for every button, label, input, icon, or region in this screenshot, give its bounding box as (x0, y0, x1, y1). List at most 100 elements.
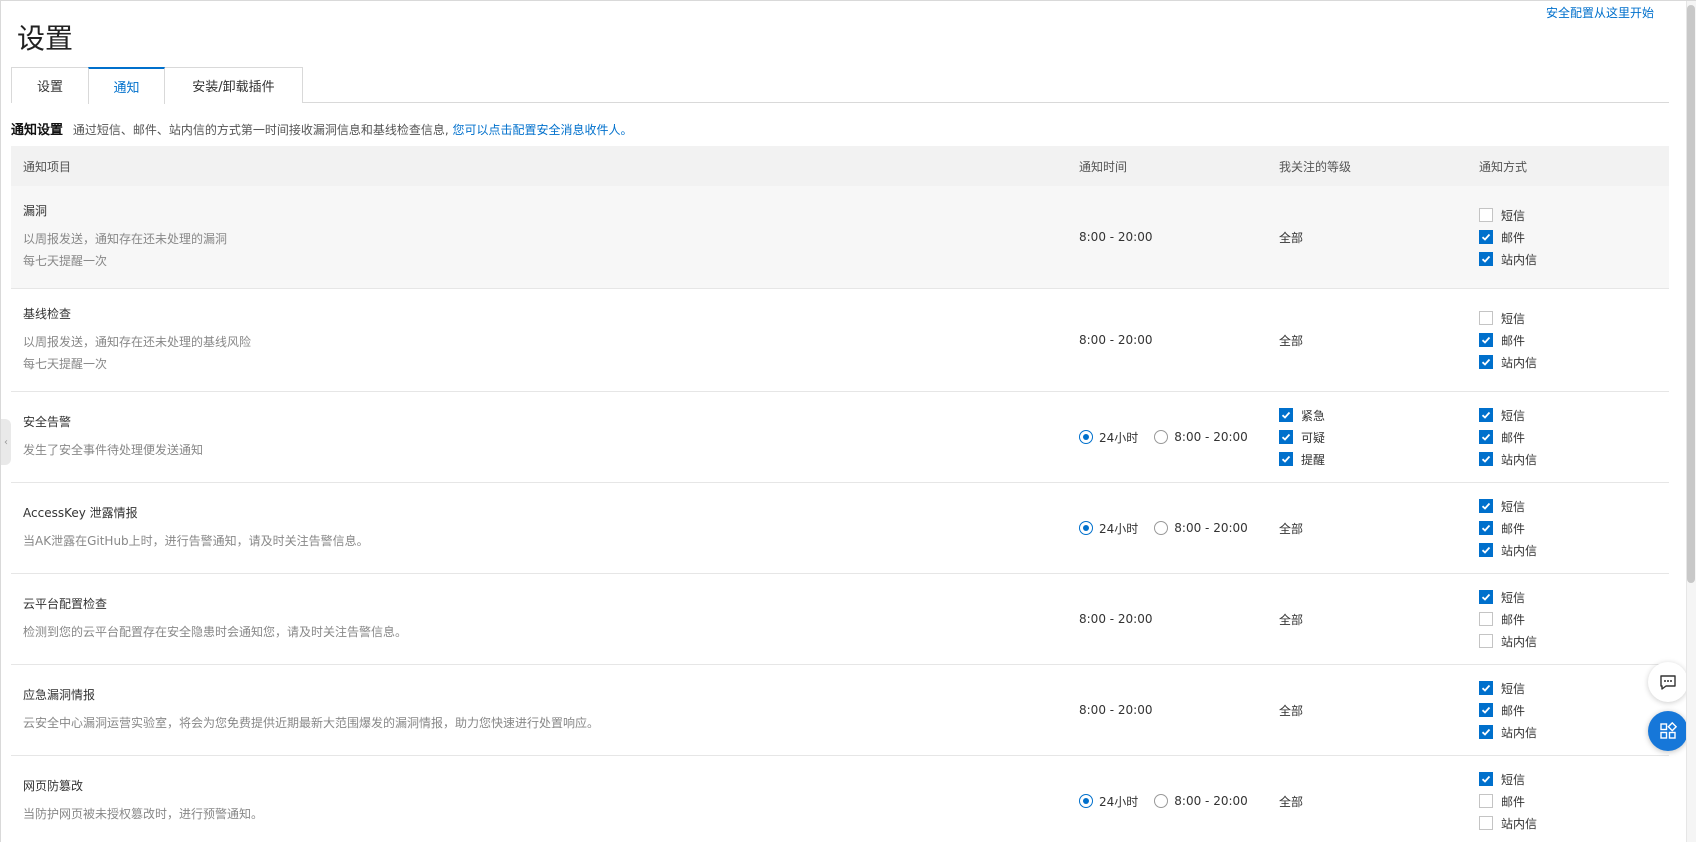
checkbox-check-icon (1279, 408, 1293, 422)
chat-button[interactable] (1648, 662, 1688, 702)
time-text: 8:00 - 20:00 (1079, 703, 1153, 717)
checkbox-check-icon (1479, 590, 1493, 604)
level-text: 全部 (1279, 333, 1304, 348)
method-checkbox[interactable]: 邮件 (1479, 329, 1669, 351)
method-checkbox[interactable]: 邮件 (1479, 699, 1669, 721)
tab-plugins[interactable]: 安装/卸载插件 (164, 67, 303, 103)
row-time-cell: 8:00 - 20:00 (1079, 612, 1279, 626)
time-radio-group: 24小时 8:00 - 20:00 (1079, 520, 1279, 537)
method-checkbox[interactable]: 邮件 (1479, 226, 1669, 248)
checkbox-check-icon (1279, 452, 1293, 466)
level-text: 全部 (1279, 230, 1304, 245)
method-checkbox[interactable]: 短信 (1479, 307, 1669, 329)
row-method-cell: 短信 邮件站内信 (1479, 677, 1669, 743)
time-radio-daytime[interactable]: 8:00 - 20:00 (1154, 521, 1248, 535)
time-radio-24h[interactable]: 24小时 (1079, 793, 1138, 810)
configure-recipients-link[interactable]: 您可以点击配置安全消息收件人。 (453, 123, 633, 137)
row-level-cell: 全部 (1279, 611, 1479, 628)
method-checkbox[interactable]: 邮件 (1479, 426, 1669, 448)
checkbox-check-icon (1479, 499, 1493, 513)
method-checkbox[interactable]: 站内信 (1479, 248, 1669, 270)
radio-label: 24小时 (1099, 430, 1139, 445)
method-checkbox-list: 短信 邮件站内信 (1479, 768, 1669, 834)
section-title: 通知设置 (11, 123, 64, 138)
method-checkbox[interactable]: 邮件 (1479, 608, 1669, 630)
checkbox-check-icon (1479, 355, 1493, 369)
time-text: 8:00 - 20:00 (1079, 333, 1153, 347)
row-level-cell: 全部 (1279, 793, 1479, 810)
apps-button[interactable] (1648, 711, 1688, 751)
checkbox-check-icon (1479, 681, 1493, 695)
method-checkbox-list: 短信邮件站内信 (1479, 404, 1669, 470)
method-checkbox[interactable]: 站内信 (1479, 630, 1669, 652)
time-radio-daytime[interactable]: 8:00 - 20:00 (1154, 430, 1248, 444)
tab-notifications[interactable]: 通知 (88, 67, 165, 104)
checkbox-check-icon (1479, 452, 1493, 466)
time-radio-24h[interactable]: 24小时 (1079, 429, 1138, 446)
row-description: 以周报发送，通知存在还未处理的漏洞 (23, 232, 228, 246)
method-checkbox[interactable]: 短信 (1479, 495, 1669, 517)
level-text: 全部 (1279, 612, 1304, 627)
checkbox-check-icon (1479, 543, 1493, 557)
chevron-left-icon: ‹ (4, 436, 8, 448)
method-checkbox[interactable]: 短信 (1479, 204, 1669, 226)
method-checkbox[interactable]: 站内信 (1479, 448, 1669, 470)
table-row: 基线检查 以周报发送，通知存在还未处理的基线风险 每七天提醒一次 8:00 - 20:… (11, 289, 1669, 392)
checkbox-label: 站内信 (1501, 816, 1538, 831)
settings-page: 安全配置从这里开始 设置 设置 通知 安装/卸载插件 通知设置 通过短信、邮件、… (0, 0, 1696, 842)
checkbox-check-icon (1479, 430, 1493, 444)
row-time-cell: 8:00 - 20:00 (1079, 703, 1279, 717)
table-row: 漏洞 以周报发送，通知存在还未处理的漏洞 每七天提醒一次 8:00 - 20:00 全部… (11, 186, 1669, 289)
level-checkbox[interactable]: 可疑 (1279, 426, 1479, 448)
method-checkbox[interactable]: 短信 (1479, 586, 1669, 608)
method-checkbox-list: 短信 邮件 站内信 (1479, 586, 1669, 652)
method-checkbox[interactable]: 短信 (1479, 404, 1669, 426)
sidebar-collapse-handle[interactable]: ‹ (1, 419, 11, 465)
method-checkbox[interactable]: 邮件 (1479, 517, 1669, 539)
checkbox-label: 站内信 (1501, 543, 1538, 558)
time-radio-group: 24小时 8:00 - 20:00 (1079, 793, 1279, 810)
row-time-cell: 24小时 8:00 - 20:00 (1079, 429, 1279, 446)
checkbox-check-icon (1479, 725, 1493, 739)
security-config-link[interactable]: 安全配置从这里开始 (1546, 4, 1654, 21)
row-title: 云平台配置检查 (23, 597, 108, 611)
radio-label: 24小时 (1099, 794, 1139, 809)
checkbox-label: 站内信 (1501, 252, 1538, 267)
table-row: 安全告警 发生了安全事件待处理便发送通知 24小时 8:00 - 20:00 紧急 可疑提… (11, 392, 1669, 483)
row-item-cell: AccessKey 泄露情报 当AK泄露在GitHub上时，进行告警通知，请及时关… (11, 504, 1079, 552)
time-radio-24h[interactable]: 24小时 (1079, 520, 1138, 537)
level-text: 全部 (1279, 521, 1304, 536)
method-checkbox[interactable]: 站内信 (1479, 812, 1669, 834)
table-row: 网页防篡改 当防护网页被未授权篡改时，进行预警通知。 24小时 8:00 - 20:0… (11, 756, 1669, 842)
row-description: 当AK泄露在GitHub上时，进行告警通知，请及时关注告警信息。 (23, 534, 369, 548)
method-checkbox[interactable]: 站内信 (1479, 539, 1669, 561)
method-checkbox[interactable]: 短信 (1479, 677, 1669, 699)
time-text: 8:00 - 20:00 (1079, 612, 1153, 626)
row-description: 云安全中心漏洞运营实验室，将会为您免费提供近期最新大范围爆发的漏洞情报，助力您快… (23, 716, 600, 730)
level-checkbox[interactable]: 紧急 (1279, 404, 1479, 426)
method-checkbox[interactable]: 站内信 (1479, 721, 1669, 743)
row-item-cell: 网页防篡改 当防护网页被未授权篡改时，进行预警通知。 (11, 777, 1079, 825)
tab-settings[interactable]: 设置 (11, 67, 89, 103)
method-checkbox[interactable]: 站内信 (1479, 351, 1669, 373)
method-checkbox[interactable]: 邮件 (1479, 790, 1669, 812)
level-text: 全部 (1279, 794, 1304, 809)
method-checkbox-list: 短信 邮件站内信 (1479, 204, 1669, 270)
table-row: 应急漏洞情报 云安全中心漏洞运营实验室，将会为您免费提供近期最新大范围爆发的漏洞情… (11, 665, 1669, 756)
method-checkbox[interactable]: 短信 (1479, 768, 1669, 790)
level-checkbox[interactable]: 提醒 (1279, 448, 1479, 470)
page-scrollbar[interactable] (1686, 1, 1696, 842)
checkbox-label: 站内信 (1501, 725, 1538, 740)
time-radio-daytime[interactable]: 8:00 - 20:00 (1154, 794, 1248, 808)
chat-bubble-icon (1660, 675, 1676, 690)
apps-grid-icon (1660, 722, 1677, 739)
radio-label: 8:00 - 20:00 (1174, 794, 1248, 808)
checkbox-label: 可疑 (1301, 430, 1326, 445)
checkbox-label: 短信 (1501, 408, 1526, 423)
checkbox-label: 短信 (1501, 499, 1526, 514)
row-description: 发生了安全事件待处理便发送通知 (23, 443, 204, 457)
radio-label: 24小时 (1099, 521, 1139, 536)
scrollbar-thumb[interactable] (1687, 5, 1695, 583)
checkbox-check-icon (1479, 521, 1493, 535)
checkbox-label: 站内信 (1501, 452, 1538, 467)
